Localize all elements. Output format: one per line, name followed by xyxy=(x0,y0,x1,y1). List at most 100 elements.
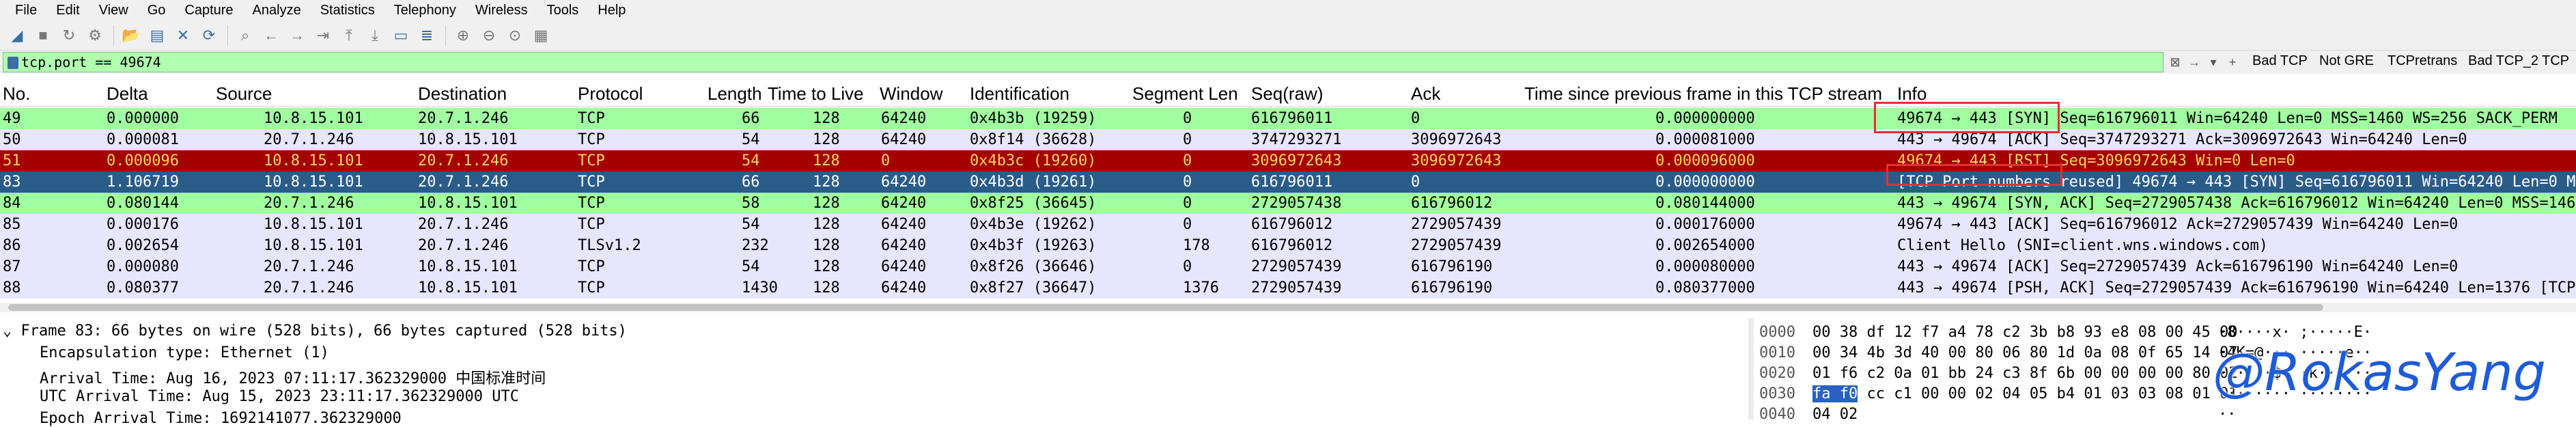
detail-epoch-arrival[interactable]: Epoch Arrival Time: 1692141077.362329000 xyxy=(40,410,402,427)
cell-delta: 0.080377 xyxy=(107,279,179,297)
stop-capture-icon[interactable]: ■ xyxy=(33,25,53,46)
bookmark-filter-icon[interactable] xyxy=(8,57,18,69)
packet-row[interactable]: 86 0.002654 10.8.15.101 20.7.1.246 TLSv1.2 23… xyxy=(0,235,2576,256)
packet-row[interactable]: 50 0.000081 20.7.1.246 10.8.15.101 TCP 54 128 6… xyxy=(0,129,2576,150)
packet-row[interactable]: 88 0.080377 20.7.1.246 10.8.15.101 TCP 1430 12… xyxy=(0,277,2576,299)
cell-id: 0x4b3c (19260) xyxy=(970,152,1097,169)
resize-columns-icon[interactable]: ▦ xyxy=(531,25,551,46)
pane-splitter[interactable] xyxy=(1748,318,1754,419)
toolbar-separator xyxy=(113,25,114,46)
watermark: @RokasYang xyxy=(2213,342,2546,402)
packet-row[interactable]: 84 0.080144 20.7.1.246 10.8.15.101 TCP 58 128 6… xyxy=(0,193,2576,214)
detail-arrival-time[interactable]: Arrival Time: Aug 16, 2023 07:11:17.3623… xyxy=(40,366,546,388)
col-header-source[interactable]: Source xyxy=(216,83,272,105)
cell-id: 0x8f25 (36645) xyxy=(970,195,1097,212)
col-header-time-since-prev[interactable]: Time since previous frame in this TCP st… xyxy=(1524,83,1882,105)
cell-info: 443 → 49674 [PSH, ACK] Seq=2729057439 Ac… xyxy=(1897,279,2576,297)
close-file-icon[interactable]: ✕ xyxy=(173,25,193,46)
cell-dst: 20.7.1.246 xyxy=(418,110,509,127)
cell-len: 66 xyxy=(742,110,760,127)
col-header-identification[interactable]: Identification xyxy=(970,83,1069,105)
menu-wireless[interactable]: Wireless xyxy=(466,3,537,18)
menu-go[interactable]: Go xyxy=(138,3,176,18)
menu-view[interactable]: View xyxy=(89,3,138,18)
reload-file-icon[interactable]: ⟳ xyxy=(199,25,219,46)
detail-encapsulation[interactable]: Encapsulation type: Ethernet (1) xyxy=(40,344,329,361)
packet-row[interactable]: 87 0.000080 20.7.1.246 10.8.15.101 TCP 54 128 6… xyxy=(0,256,2576,277)
menu-capture[interactable]: Capture xyxy=(175,3,242,18)
cell-dst: 20.7.1.246 xyxy=(418,174,509,191)
colorize-icon[interactable]: ≣ xyxy=(417,25,437,46)
filter-button-not-gre[interactable]: Not GRE xyxy=(2319,53,2374,69)
col-header-no[interactable]: No. xyxy=(3,83,30,105)
cell-dst: 10.8.15.101 xyxy=(418,258,518,275)
filter-button-bad-tcp-2[interactable]: Bad TCP_2 xyxy=(2468,53,2538,69)
cell-dst: 20.7.1.246 xyxy=(418,237,509,254)
apply-filter-icon[interactable]: → xyxy=(2185,53,2203,71)
zoom-out-icon[interactable]: ⊖ xyxy=(479,25,499,46)
selected-bytes[interactable]: fa f0 xyxy=(1812,385,1858,402)
last-packet-icon[interactable]: ⤓ xyxy=(365,25,385,46)
go-to-packet-icon[interactable]: ⇥ xyxy=(313,25,333,46)
zoom-in-icon[interactable]: ⊕ xyxy=(453,25,473,46)
cell-seq: 2729057438 xyxy=(1251,195,1342,212)
col-header-ack[interactable]: Ack xyxy=(1411,83,1440,105)
scrollbar-thumb[interactable] xyxy=(8,304,2323,311)
cell-seq: 3096972643 xyxy=(1251,152,1342,169)
collapse-arrow-icon[interactable]: ⌄ xyxy=(3,322,21,340)
detail-utc-arrival[interactable]: UTC Arrival Time: Aug 15, 2023 23:11:17.… xyxy=(40,388,519,405)
menu-edit[interactable]: Edit xyxy=(46,3,89,18)
col-header-ttl[interactable]: Time to Live xyxy=(768,83,864,105)
menu-telephony[interactable]: Telephony xyxy=(384,3,466,18)
col-header-seq-raw[interactable]: Seq(raw) xyxy=(1251,83,1323,105)
shark-fin-start-icon[interactable]: ◢ xyxy=(7,25,27,46)
detail-frame-summary[interactable]: ⌄ Frame 83: 66 bytes on wire (528 bits),… xyxy=(3,322,627,340)
menu-file[interactable]: File xyxy=(5,3,46,18)
display-filter-input[interactable]: tcp.port == 49674 xyxy=(3,52,2164,72)
zoom-normal-icon[interactable]: ⊙ xyxy=(505,25,525,46)
cell-win: 0 xyxy=(881,152,891,169)
go-back-icon[interactable]: ← xyxy=(261,25,281,46)
col-header-protocol[interactable]: Protocol xyxy=(578,83,643,105)
open-file-icon[interactable]: 📂 xyxy=(121,25,141,46)
clear-filter-icon[interactable]: ⊠ xyxy=(2166,53,2184,71)
cell-no: 85 xyxy=(3,216,21,233)
add-filter-button-icon[interactable]: + xyxy=(2224,53,2241,71)
packet-list-header: No. Delta Source Destination Protocol Le… xyxy=(0,79,2576,107)
cell-proto: TCP xyxy=(578,131,605,148)
col-header-segment-len[interactable]: Segment Len xyxy=(1132,83,1238,105)
menu-tools[interactable]: Tools xyxy=(537,3,589,18)
cell-delta: 0.000176 xyxy=(107,216,179,233)
cell-ack: 2729057439 xyxy=(1411,237,1502,254)
filter-button-bad-tcp[interactable]: Bad TCP xyxy=(2252,53,2308,69)
cell-win: 64240 xyxy=(881,216,927,233)
menu-statistics[interactable]: Statistics xyxy=(311,3,384,18)
filter-button-tcpretrans[interactable]: TCPretrans xyxy=(2388,53,2457,69)
first-packet-icon[interactable]: ⤒ xyxy=(339,25,359,46)
col-header-delta[interactable]: Delta xyxy=(107,83,148,105)
packet-row[interactable]: 49 0.000000 10.8.15.101 20.7.1.246 TCP 66 128 6… xyxy=(0,108,2576,129)
capture-options-icon[interactable]: ⚙ xyxy=(85,25,105,46)
restart-capture-icon[interactable]: ↻ xyxy=(59,25,79,46)
menu-help[interactable]: Help xyxy=(588,3,635,18)
menu-analyze[interactable]: Analyze xyxy=(243,3,311,18)
auto-scroll-icon[interactable]: ▭ xyxy=(391,25,411,46)
packet-row[interactable]: 83 1.106719 10.8.15.101 20.7.1.246 TCP 66 128 6… xyxy=(0,171,2576,193)
filter-button-tcp[interactable]: TCP xyxy=(2542,53,2569,69)
cell-id: 0x8f26 (36646) xyxy=(970,258,1097,275)
go-forward-icon[interactable]: → xyxy=(287,25,307,46)
packet-row[interactable]: 51 0.000096 10.8.15.101 20.7.1.246 TCP 54 128 0… xyxy=(0,150,2576,171)
save-file-icon[interactable]: ▤ xyxy=(147,25,167,46)
filter-dropdown-icon[interactable]: ▾ xyxy=(2204,53,2222,71)
cell-dst: 20.7.1.246 xyxy=(418,216,509,233)
packet-row[interactable]: 85 0.000176 10.8.15.101 20.7.1.246 TCP 54 128 6… xyxy=(0,214,2576,235)
col-header-window[interactable]: Window xyxy=(880,83,942,105)
packet-list-horizontal-scrollbar[interactable] xyxy=(0,303,2576,312)
cell-src: 10.8.15.101 xyxy=(264,110,363,127)
col-header-destination[interactable]: Destination xyxy=(418,83,507,105)
find-packet-icon[interactable]: ⌕ xyxy=(235,25,255,46)
cell-len: 54 xyxy=(742,258,760,275)
col-header-length[interactable]: Length xyxy=(708,83,762,105)
cell-no: 50 xyxy=(3,131,21,148)
cell-ttl: 128 xyxy=(813,195,840,212)
